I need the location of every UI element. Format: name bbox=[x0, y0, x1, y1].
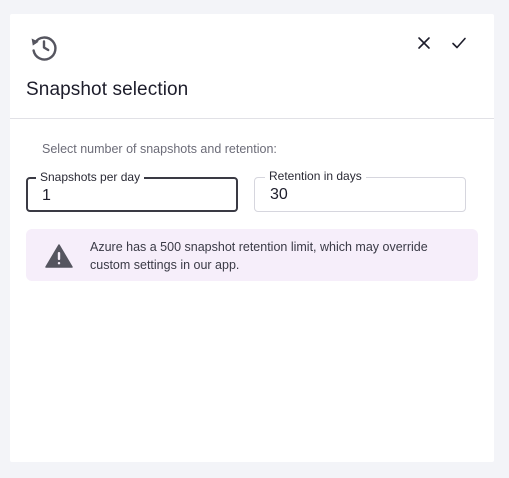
history-icon bbox=[28, 31, 60, 63]
instructions-text: Select number of snapshots and retention… bbox=[42, 142, 277, 156]
close-button[interactable] bbox=[414, 35, 434, 55]
retention-warning-alert: Azure has a 500 snapshot retention limit… bbox=[26, 229, 478, 281]
snapshots-per-day-label: Snapshots per day bbox=[36, 170, 145, 184]
dialog-title: Snapshot selection bbox=[26, 79, 189, 100]
retention-days-input[interactable] bbox=[255, 185, 465, 205]
header-divider bbox=[10, 118, 494, 119]
retention-days-field[interactable]: Retention in days bbox=[254, 169, 466, 212]
warning-icon bbox=[44, 243, 74, 269]
close-icon bbox=[417, 36, 431, 55]
snapshots-per-day-field[interactable]: Snapshots per day bbox=[26, 170, 238, 212]
snapshots-per-day-input[interactable] bbox=[28, 186, 236, 206]
confirm-button[interactable] bbox=[449, 35, 469, 55]
retention-days-label: Retention in days bbox=[265, 169, 366, 183]
warning-message: Azure has a 500 snapshot retention limit… bbox=[90, 240, 428, 272]
check-icon bbox=[451, 36, 467, 55]
snapshot-selection-dialog: Snapshot selection Select number of snap… bbox=[10, 14, 494, 462]
